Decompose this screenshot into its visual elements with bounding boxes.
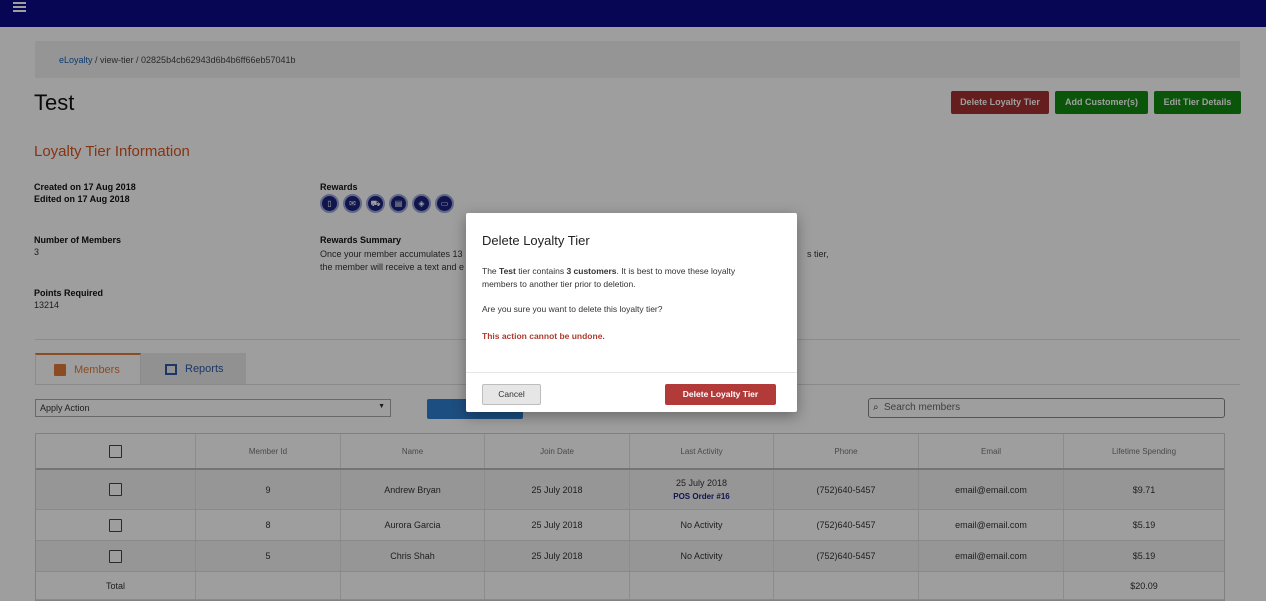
- confirm-delete-button[interactable]: Delete Loyalty Tier: [665, 384, 776, 405]
- delete-tier-dialog: Delete Loyalty Tier The Test tier contai…: [466, 213, 797, 412]
- dialog-question: Are you sure you want to delete this loy…: [482, 304, 663, 314]
- dialog-customer-count: 3 customers: [566, 266, 617, 276]
- dialog-warning: This action cannot be undone.: [482, 331, 605, 341]
- dialog-message: The Test tier contains 3 customers. It i…: [482, 265, 772, 290]
- dialog-message-part: The: [482, 266, 500, 276]
- cancel-button[interactable]: Cancel: [482, 384, 541, 405]
- dialog-message-part: tier contains: [515, 266, 567, 276]
- dialog-tier-name: Test: [499, 266, 516, 276]
- dialog-divider: [466, 372, 797, 373]
- dialog-title: Delete Loyalty Tier: [482, 233, 590, 248]
